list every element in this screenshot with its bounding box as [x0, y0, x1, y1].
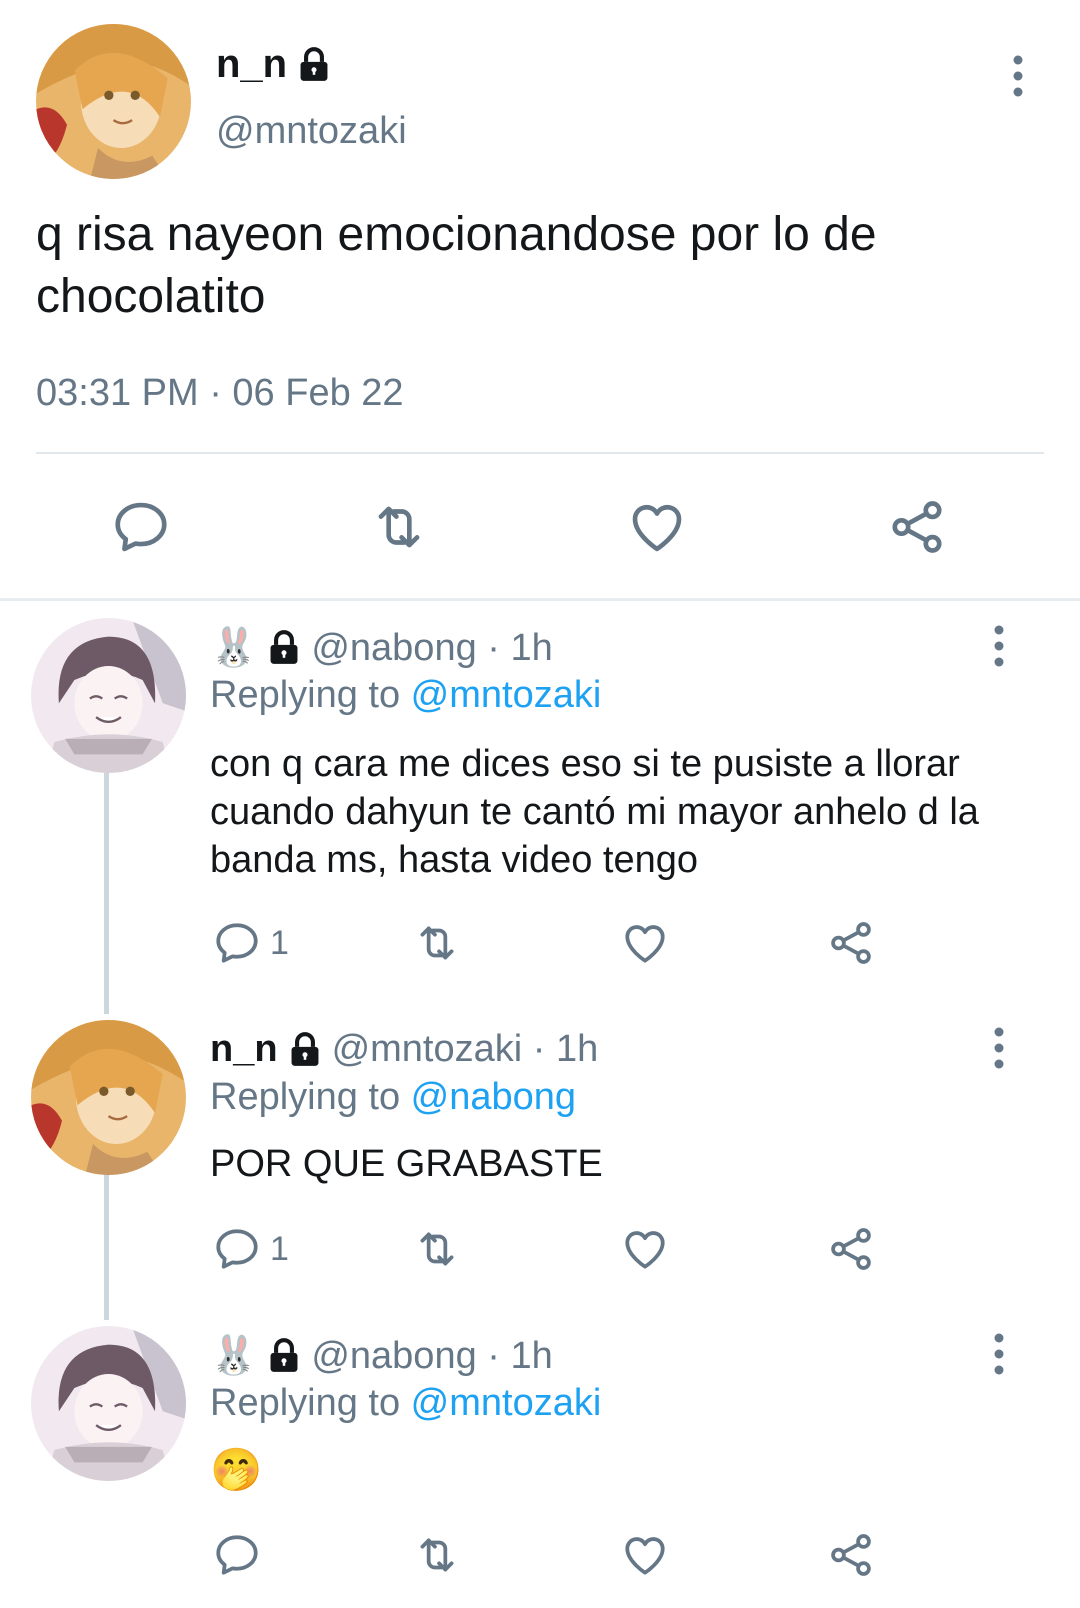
share-icon[interactable]: [826, 918, 876, 968]
like-icon[interactable]: [620, 1530, 670, 1580]
main-tweet: n_n @mntozaki q risa nayeon emocionandos…: [0, 0, 1080, 600]
more-icon[interactable]: [984, 622, 1014, 670]
more-icon[interactable]: [984, 1024, 1014, 1072]
reply-count: 1: [270, 1230, 289, 1268]
share-icon[interactable]: [826, 1530, 876, 1580]
reply-text: POR QUE GRABASTE: [210, 1143, 603, 1185]
reply-actions: 1: [0, 918, 1080, 968]
handle-time[interactable]: @mntozaki · 1h: [332, 1028, 599, 1071]
tweet-text: q risa nayeon emocionandose por lo de ch…: [36, 208, 877, 323]
lock-icon: [286, 1031, 324, 1069]
retweet-icon[interactable]: [412, 1224, 462, 1274]
reply-icon[interactable]: [212, 1530, 262, 1580]
reply-actions: 1: [0, 1224, 1080, 1274]
more-icon[interactable]: [1003, 52, 1033, 100]
replying-prefix: Replying to: [210, 674, 411, 716]
reply-icon[interactable]: [212, 1224, 262, 1274]
retweet-icon[interactable]: [368, 496, 430, 558]
display-name-text: n_n: [216, 42, 288, 86]
bunny-emoji: 🐰: [210, 627, 258, 669]
lock-icon: [295, 46, 333, 84]
tweet-actions: [0, 496, 1080, 556]
divider: [36, 452, 1044, 454]
avatar[interactable]: [36, 24, 191, 179]
retweet-icon[interactable]: [412, 1530, 462, 1580]
reply-header: n_n @mntozaki · 1h: [210, 1028, 598, 1071]
lock-icon: [265, 1337, 303, 1375]
display-name[interactable]: n_n: [210, 1028, 278, 1071]
reply-header: 🐰 @nabong · 1h: [210, 626, 553, 670]
like-icon[interactable]: [626, 496, 688, 558]
retweet-icon[interactable]: [412, 918, 462, 968]
handle-time[interactable]: @nabong · 1h: [311, 1335, 552, 1378]
like-icon[interactable]: [620, 1224, 670, 1274]
share-icon[interactable]: [886, 496, 948, 558]
replying-to: Replying to @nabong: [210, 1076, 576, 1119]
handle[interactable]: @mntozaki: [216, 110, 407, 153]
like-icon[interactable]: [620, 918, 670, 968]
more-icon[interactable]: [984, 1330, 1014, 1378]
reply-count: 1: [270, 924, 289, 962]
reply-text: con q cara me dices eso si te pusiste a …: [210, 743, 979, 881]
bunny-emoji: 🐰: [210, 1335, 258, 1377]
replying-prefix: Replying to: [210, 1382, 411, 1424]
replying-to: Replying to @mntozaki: [210, 1382, 601, 1425]
avatar[interactable]: [31, 618, 186, 773]
avatar[interactable]: [31, 1020, 186, 1175]
avatar[interactable]: [31, 1326, 186, 1481]
display-name: n_n: [216, 42, 333, 87]
replying-to-link[interactable]: @nabong: [411, 1076, 576, 1118]
reply-actions: [0, 1530, 1080, 1580]
share-icon[interactable]: [826, 1224, 876, 1274]
lock-icon: [265, 629, 303, 667]
replying-to-link[interactable]: @mntozaki: [411, 1382, 602, 1424]
handle-time[interactable]: @nabong · 1h: [311, 627, 552, 670]
reply-icon[interactable]: [110, 496, 172, 558]
replying-to: Replying to @mntozaki: [210, 674, 601, 717]
timestamp: 03:31 PM · 06 Feb 22: [36, 372, 404, 414]
section-divider: [0, 598, 1080, 601]
replying-prefix: Replying to: [210, 1076, 411, 1118]
reply-header: 🐰 @nabong · 1h: [210, 1334, 553, 1378]
reply-text: 🤭: [210, 1446, 263, 1493]
replying-to-link[interactable]: @mntozaki: [411, 674, 602, 716]
reply-icon[interactable]: [212, 918, 262, 968]
thread-line: [104, 760, 109, 1014]
